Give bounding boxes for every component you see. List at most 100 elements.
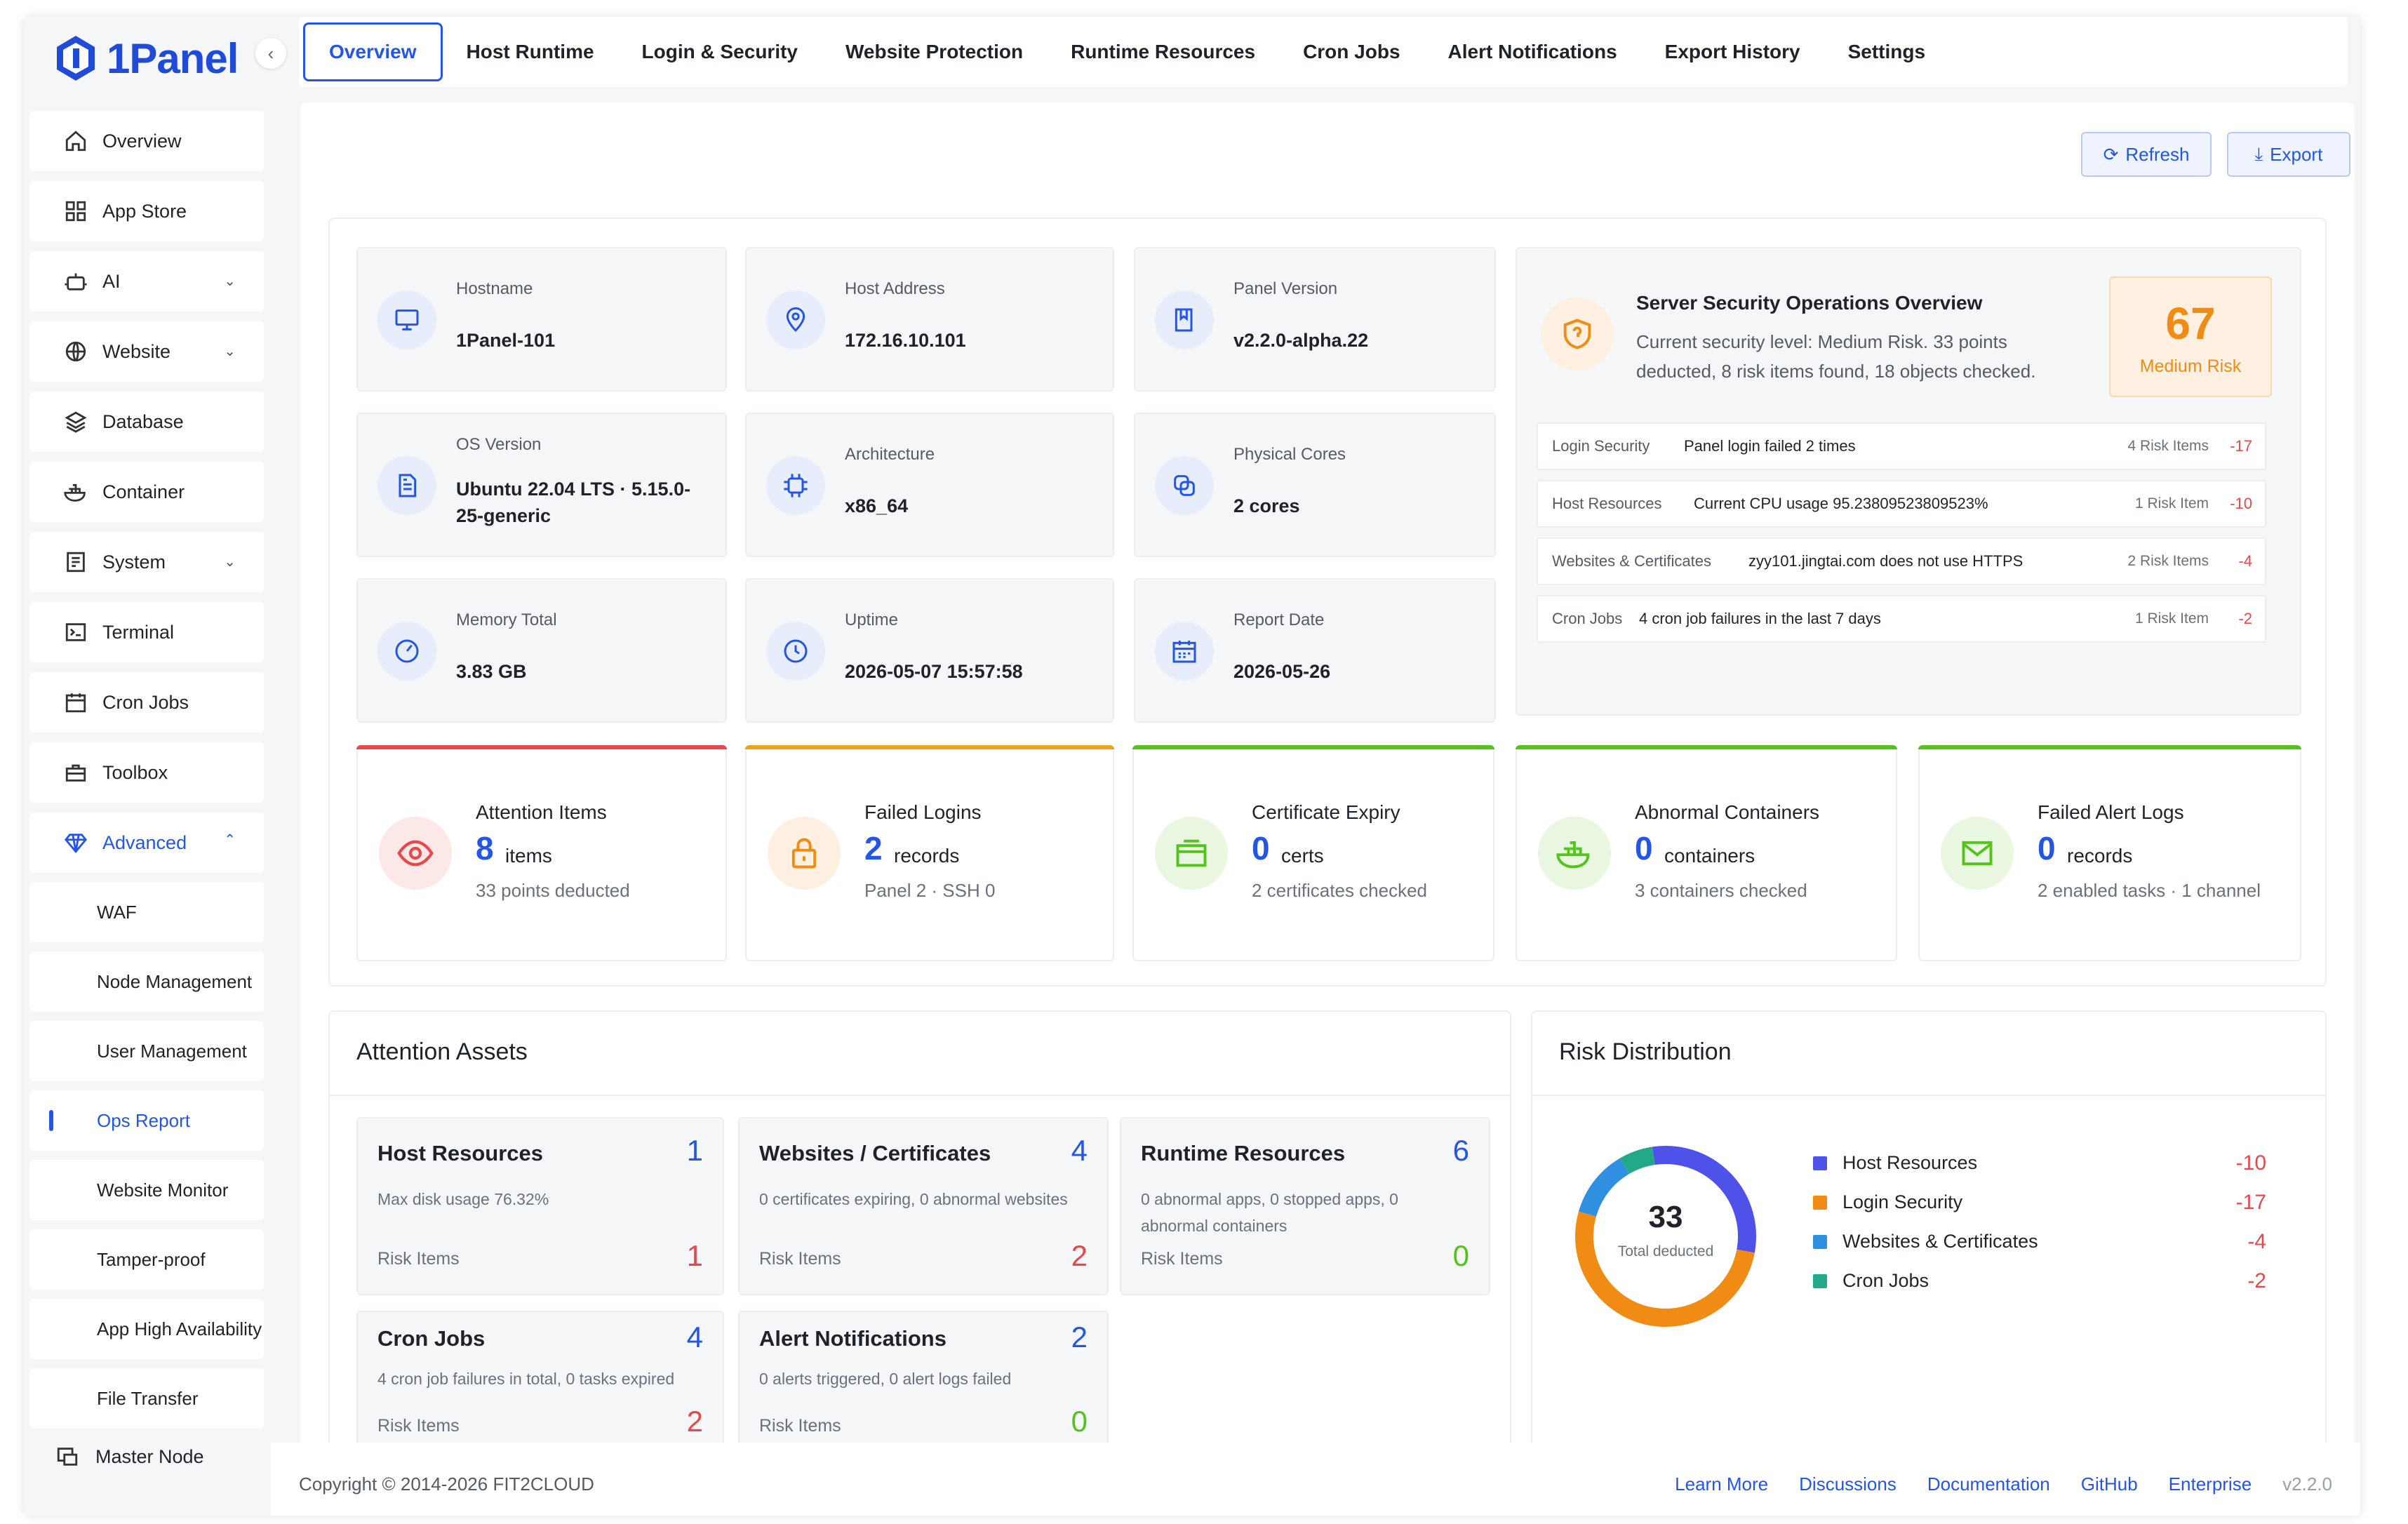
discussions-link[interactable]: Discussions (1799, 1473, 1897, 1495)
tab-login-security[interactable]: Login & Security (618, 22, 822, 82)
risk-description: 4 cron job failures in the last 7 days (1639, 610, 1881, 627)
sidebar-item-label: App Store (102, 200, 187, 222)
sidebar-subitem-label: Tamper-proof (97, 1248, 206, 1270)
stat-card-abnormal-containers[interactable]: Abnormal Containers 0 containers 3 conta… (1516, 745, 1897, 961)
info-value: Ubuntu 22.04 LTS · 5.15.0- (456, 479, 691, 500)
info-label: Uptime (845, 610, 899, 629)
risk-description: zyy101.jingtai.com does not use HTTPS (1748, 552, 2024, 570)
stat-unit: records (894, 845, 960, 867)
risk-points: -17 (2230, 437, 2252, 455)
tab-export-history[interactable]: Export History (1641, 22, 1824, 82)
stat-subtext: 33 points deducted (476, 880, 630, 901)
terminal-icon (60, 617, 91, 648)
sidebar-subitem-label: Node Management (97, 970, 253, 992)
enterprise-link[interactable]: Enterprise (2169, 1473, 2252, 1495)
sidebar-subitem-website-monitor[interactable]: Website Monitor (29, 1160, 264, 1220)
stat-card-attention-items[interactable]: Attention Items 8 items 33 points deduct… (356, 745, 727, 961)
sidebar-item-ai[interactable]: AI ⌄ (29, 251, 264, 312)
collapse-sidebar-button[interactable]: ‹ (255, 38, 286, 69)
risk-items-label: Risk Items (377, 1416, 460, 1436)
info-card-memory-total: Memory Total 3.83 GB (356, 578, 727, 723)
sidebar-subitem-tamper-proof[interactable]: Tamper-proof (29, 1229, 264, 1290)
security-score-badge: 67 Medium Risk (2109, 276, 2272, 397)
sidebar-item-terminal[interactable]: Terminal (29, 602, 264, 662)
sidebar-item-system[interactable]: System ⌄ (29, 532, 264, 592)
calendar-icon (60, 687, 91, 718)
globe-icon (60, 336, 91, 367)
security-overview-panel: Server Security Operations Overview Curr… (1516, 247, 2301, 716)
security-title: Server Security Operations Overview (1636, 292, 1983, 314)
tab-website-protection[interactable]: Website Protection (822, 22, 1047, 82)
sidebar-item-cron-jobs[interactable]: Cron Jobs (29, 672, 264, 733)
donut-center-value: 33 (1648, 1200, 1683, 1234)
divider (1532, 1095, 2325, 1096)
stat-card-failed-logins[interactable]: Failed Logins 2 records Panel 2 · SSH 0 (745, 745, 1114, 961)
asset-title: Alert Notifications (759, 1326, 947, 1351)
security-description: Current security level: Medium Risk. 33 … (1636, 331, 2007, 352)
donut-slice-cron-jobs[interactable] (1619, 1147, 1656, 1175)
tab-cron-jobs[interactable]: Cron Jobs (1279, 22, 1424, 82)
stat-number: 2 (864, 830, 883, 867)
risk-row[interactable]: Login Security Panel login failed 2 time… (1537, 422, 2266, 470)
sidebar-subitem-user-management[interactable]: User Management (29, 1021, 264, 1081)
info-label: Memory Total (456, 610, 557, 629)
learn-more-link[interactable]: Learn More (1675, 1473, 1768, 1495)
legend-item-host-resources: Host Resources -10 (1813, 1151, 2297, 1175)
export-button[interactable]: ⤓ Export (2227, 132, 2350, 177)
certificate-icon (1155, 817, 1228, 890)
stat-unit: containers (1664, 845, 1755, 867)
info-card-panel-version: Panel Version v2.2.0-alpha.22 (1134, 247, 1496, 392)
sidebar-subitem-file-transfer[interactable]: File Transfer (29, 1368, 264, 1429)
sidebar-subitem-ops-report[interactable]: Ops Report (29, 1090, 264, 1151)
app-logo[interactable]: 1Panel (55, 27, 239, 90)
asset-card-host-resources[interactable]: Host Resources 1 Max disk usage 76.32% R… (356, 1117, 724, 1295)
asset-card-websites-certificates[interactable]: Websites / Certificates 4 0 certificates… (738, 1117, 1109, 1295)
legend-label: Cron Jobs (1842, 1270, 1929, 1291)
shield-warning-icon (1541, 298, 1614, 370)
sidebar-item-overview[interactable]: Overview (29, 111, 264, 171)
info-card-physical-cores: Physical Cores 2 cores (1134, 413, 1496, 557)
sidebar-item-advanced[interactable]: Advanced ⌃ (29, 813, 264, 873)
sidebar-item-container[interactable]: Container (29, 462, 264, 522)
tab-settings[interactable]: Settings (1824, 22, 1949, 82)
info-card-os-version: OS Version Ubuntu 22.04 LTS · 5.15.0- 25… (356, 413, 727, 557)
legend-swatch (1813, 1156, 1827, 1170)
asset-count: 6 (1452, 1134, 1469, 1167)
app-window: 1Panel ‹ Overview App Store AI ⌄ Website… (24, 17, 2360, 1516)
tab-overview[interactable]: Overview (303, 22, 443, 81)
risk-row[interactable]: Host Resources Current CPU usage 95.2380… (1537, 480, 2266, 528)
documentation-link[interactable]: Documentation (1927, 1473, 2050, 1495)
stat-title: Failed Logins (864, 801, 982, 823)
master-node-switch[interactable]: Master Node (52, 1441, 204, 1472)
tab-host-runtime[interactable]: Host Runtime (443, 22, 618, 82)
risk-category: Host Resources (1552, 495, 1662, 512)
risk-count: 4 Risk Items (2127, 438, 2209, 454)
sidebar-subitem-node-management[interactable]: Node Management (29, 951, 264, 1012)
sidebar-item-website[interactable]: Website ⌄ (29, 321, 264, 382)
master-node-label: Master Node (95, 1445, 204, 1467)
tab-runtime-resources[interactable]: Runtime Resources (1047, 22, 1279, 82)
cores-icon (1155, 456, 1214, 515)
stat-card-certificate-expiry[interactable]: Certificate Expiry 0 certs 2 certificate… (1132, 745, 1494, 961)
info-label: Architecture (845, 445, 935, 464)
chevron-down-icon: ⌄ (224, 274, 236, 289)
stat-number: 8 (476, 830, 494, 867)
risk-row[interactable]: Websites & Certificates zyy101.jingtai.c… (1537, 537, 2266, 585)
risk-row[interactable]: Cron Jobs 4 cron job failures in the las… (1537, 595, 2266, 643)
sidebar-item-toolbox[interactable]: Toolbox (29, 742, 264, 803)
sidebar-subitem-app-high-availability[interactable]: App High Availability (29, 1299, 264, 1359)
clock-icon (766, 622, 825, 681)
stat-card-failed-alert-logs[interactable]: Failed Alert Logs 0 records 2 enabled ta… (1918, 745, 2301, 961)
sidebar-subitem-waf[interactable]: WAF (29, 882, 264, 942)
diamond-icon (60, 827, 91, 858)
refresh-button[interactable]: ⟳ Refresh (2081, 132, 2212, 177)
sidebar-item-app-store[interactable]: App Store (29, 181, 264, 241)
divider (330, 1095, 1510, 1096)
stat-number: 0 (1252, 830, 1270, 867)
asset-count: 4 (1071, 1134, 1088, 1167)
tab-alert-notifications[interactable]: Alert Notifications (1424, 22, 1641, 82)
asset-card-runtime-resources[interactable]: Runtime Resources 6 0 abnormal apps, 0 s… (1120, 1117, 1490, 1295)
logo-icon (57, 36, 95, 81)
github-link[interactable]: GitHub (2081, 1473, 2138, 1495)
sidebar-item-database[interactable]: Database (29, 392, 264, 452)
